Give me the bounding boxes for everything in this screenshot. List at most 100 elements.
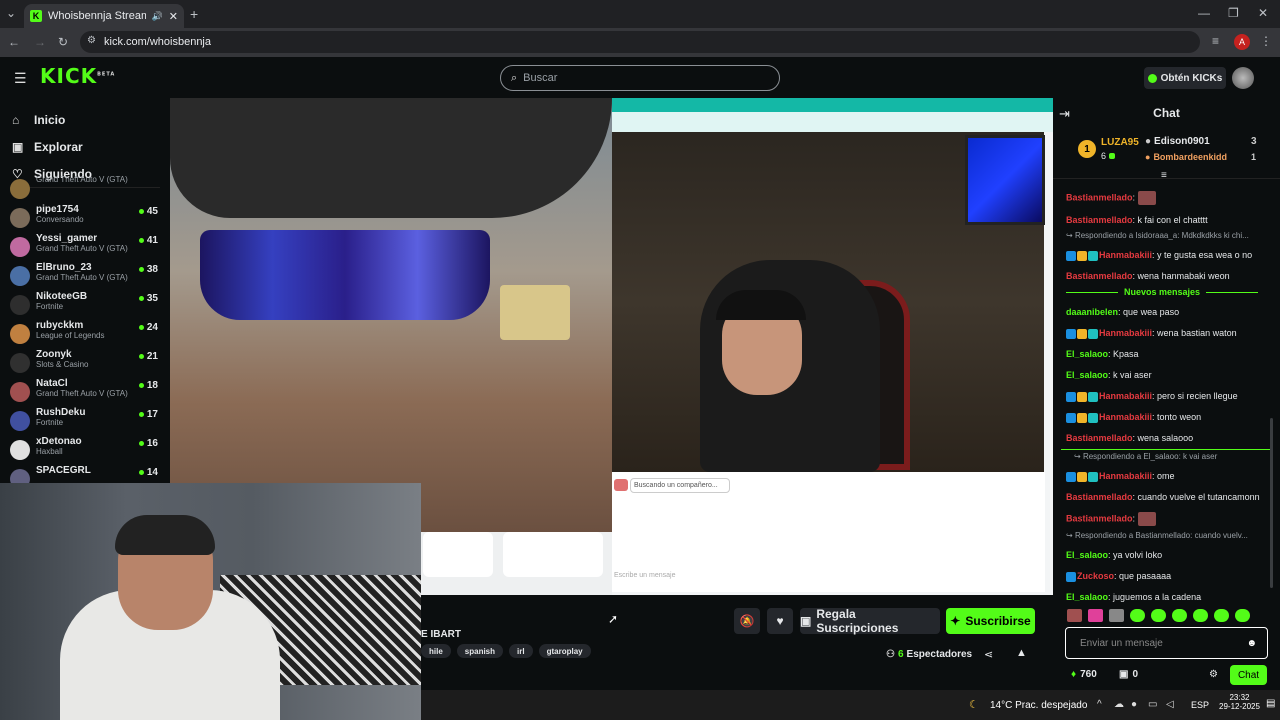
chat-message[interactable]: daaanibelen: que wea paso xyxy=(1053,306,1271,318)
kicks-balance[interactable]: ♦ 760 xyxy=(1071,669,1097,680)
emote-icon[interactable] xyxy=(1193,609,1208,622)
report-warning-icon[interactable]: ▲ xyxy=(1016,647,1027,659)
reload-icon[interactable]: ↻ xyxy=(58,35,68,49)
chat-username[interactable]: Zuckoso xyxy=(1077,571,1114,581)
audio-icon[interactable]: 🔊 xyxy=(152,11,163,22)
tray-chevron-icon[interactable]: ^ xyxy=(1097,699,1102,710)
weather-text[interactable]: 14°C Prac. despejado xyxy=(990,700,1087,711)
back-icon[interactable]: ← xyxy=(8,35,20,49)
sidebar-channel[interactable]: pipe1754 Conversando 45 xyxy=(0,204,170,233)
volume-icon[interactable]: ◁ xyxy=(1166,699,1174,710)
chat-username[interactable]: Hanmabakiii xyxy=(1099,412,1152,422)
chat-message[interactable]: El_salaoo: k vai aser xyxy=(1053,369,1271,381)
stream-tag[interactable]: hile xyxy=(421,644,451,658)
microphone-icon[interactable]: ● xyxy=(1131,699,1137,710)
keyboard-language[interactable]: ESP xyxy=(1191,700,1209,710)
chat-username[interactable]: Hanmabakiii xyxy=(1099,328,1152,338)
chat-settings-gear-icon[interactable]: ⚙ xyxy=(1209,669,1218,680)
browser-tab[interactable]: K Whoisbennja Stream - Wat 🔊 ✕ xyxy=(24,4,184,28)
emote-icon[interactable] xyxy=(1151,609,1166,622)
chat-message[interactable]: Bastianmellado: wena hanmabaki weon xyxy=(1053,270,1271,282)
follow-heart-button[interactable]: ♥ xyxy=(767,608,793,634)
chat-username[interactable]: Bastianmellado xyxy=(1066,192,1133,202)
chat-message[interactable]: El_salaoo: Kpasa xyxy=(1053,348,1271,360)
chat-username[interactable]: daaanibelen xyxy=(1066,307,1118,317)
chat-username[interactable]: Hanmabakiii xyxy=(1099,471,1152,481)
get-kicks-button[interactable]: Obtén KICKs xyxy=(1144,67,1226,89)
chat-message[interactable]: Bastianmellado: xyxy=(1053,512,1271,526)
chat-username[interactable]: Bastianmellado xyxy=(1066,433,1133,443)
sidebar-channel[interactable]: ElBruno_23 Grand Theft Auto V (GTA) 38 xyxy=(0,262,170,291)
emote-icon[interactable] xyxy=(1088,609,1103,622)
chat-message[interactable]: El_salaoo: juguemos a la cadena xyxy=(1053,591,1271,603)
menu-hamburger-icon[interactable]: ☰ xyxy=(14,70,27,87)
chat-message[interactable]: Hanmabakiii: y te gusta esa wea o no xyxy=(1053,249,1271,261)
sidebar-channel[interactable]: xDetonao Haxball 16 xyxy=(0,436,170,465)
chat-message[interactable]: Bastianmellado: k fai con el chatttt xyxy=(1053,214,1271,226)
browser-menu-icon[interactable]: ⋮ xyxy=(1260,34,1272,48)
battery-icon[interactable]: ▭ xyxy=(1148,699,1157,710)
chat-message[interactable]: Bastianmellado: wena salaooo xyxy=(1053,432,1271,444)
chat-username[interactable]: Hanmabakiii xyxy=(1099,250,1152,260)
emote-icon[interactable] xyxy=(1067,609,1082,622)
send-chat-button[interactable]: Chat xyxy=(1230,665,1267,685)
stream-tag[interactable]: spanish xyxy=(456,644,504,658)
emote-icon[interactable] xyxy=(1109,609,1124,622)
chat-message[interactable]: El_salaoo: ya volvi loko xyxy=(1053,549,1271,561)
sidebar-channel[interactable]: Grand Theft Auto V (GTA) xyxy=(0,175,170,204)
tab-close-icon[interactable]: ✕ xyxy=(169,10,178,23)
second-gifter[interactable]: ● Edison0901 xyxy=(1145,136,1210,147)
chat-username[interactable]: Bastianmellado xyxy=(1066,271,1133,281)
new-tab-icon[interactable]: + xyxy=(190,6,198,22)
tab-list-icon[interactable]: ⌄ xyxy=(6,6,16,20)
user-avatar[interactable] xyxy=(1232,67,1254,89)
top-gifter-name[interactable]: LUZA95 xyxy=(1101,137,1139,148)
chat-message[interactable]: Hanmabakiii: tonto weon xyxy=(1053,411,1271,423)
site-info-icon[interactable]: ⚙ xyxy=(87,35,96,46)
profile-avatar[interactable]: A xyxy=(1234,34,1250,50)
chat-username[interactable]: Bastianmellado xyxy=(1066,513,1133,523)
emote-icon[interactable] xyxy=(1214,609,1229,622)
sidebar-channel[interactable]: NikoteeGB Fortnite 35 xyxy=(0,291,170,320)
third-gifter[interactable]: ● Bombardeenkidd xyxy=(1145,152,1227,162)
chat-message-input[interactable]: Enviar un mensaje ☻ xyxy=(1065,627,1268,659)
chat-message[interactable]: Zuckoso: que pasaaaa xyxy=(1053,570,1271,582)
pinned-toggle-icon[interactable]: ≡ xyxy=(1161,170,1167,181)
sidebar-channel[interactable]: rubyckkm League of Legends 24 xyxy=(0,320,170,349)
chat-scrollbar[interactable] xyxy=(1270,418,1273,588)
chat-message[interactable]: Bastianmellado: xyxy=(1053,191,1271,205)
mute-notifications-button[interactable]: 🔕 xyxy=(734,608,760,634)
emote-icon[interactable] xyxy=(1235,609,1250,622)
notification-icon[interactable]: ▤ xyxy=(1266,698,1275,709)
chat-message[interactable]: Hanmabakiii: pero si recien llegue xyxy=(1053,390,1271,402)
chat-username[interactable]: El_salaoo xyxy=(1066,370,1108,380)
chat-username[interactable]: El_salaoo xyxy=(1066,592,1108,602)
close-window-icon[interactable]: ✕ xyxy=(1258,6,1268,20)
share-icon[interactable]: ⋖ xyxy=(984,648,993,661)
chat-username[interactable]: El_salaoo xyxy=(1066,349,1108,359)
chat-message[interactable]: Bastianmellado: cuando vuelve el tutanca… xyxy=(1053,491,1271,503)
chat-username[interactable]: Hanmabakiii xyxy=(1099,391,1152,401)
nav-inicio[interactable]: ⌂ Inicio xyxy=(0,106,170,133)
minimize-icon[interactable]: — xyxy=(1198,6,1210,20)
chat-username[interactable]: Bastianmellado xyxy=(1066,215,1133,225)
stream-tag[interactable]: gtaroplay xyxy=(538,644,591,658)
restore-icon[interactable]: ❐ xyxy=(1228,6,1239,20)
nav-explorar[interactable]: ▣ Explorar xyxy=(0,133,170,160)
forward-icon[interactable]: → xyxy=(34,35,46,49)
emoji-icon[interactable]: ☻ xyxy=(1246,638,1267,649)
kick-logo[interactable]: KICKBETA xyxy=(40,64,115,88)
sidebar-channel[interactable]: Yessi_gamer Grand Theft Auto V (GTA) 41 xyxy=(0,233,170,262)
emote-icon[interactable] xyxy=(1172,609,1187,622)
chat-username[interactable]: El_salaoo xyxy=(1066,550,1108,560)
sidebar-channel[interactable]: Zoonyk Slots & Casino 21 xyxy=(0,349,170,378)
sidebar-channel[interactable]: NataCl Grand Theft Auto V (GTA) 18 xyxy=(0,378,170,407)
stream-tag[interactable]: irl xyxy=(509,644,533,658)
omegle-message-input[interactable]: Escribe un mensaje xyxy=(612,572,1042,584)
subscribe-button[interactable]: ✦ Suscribirse xyxy=(946,608,1035,634)
chat-username[interactable]: Bastianmellado xyxy=(1066,492,1133,502)
chat-message[interactable]: Hanmabakiii: wena bastian waton xyxy=(1053,327,1271,339)
chat-message[interactable]: Hanmabakiii: ome xyxy=(1053,470,1271,482)
media-controls-icon[interactable]: ≡ xyxy=(1212,34,1219,48)
emote-icon[interactable] xyxy=(1130,609,1145,622)
